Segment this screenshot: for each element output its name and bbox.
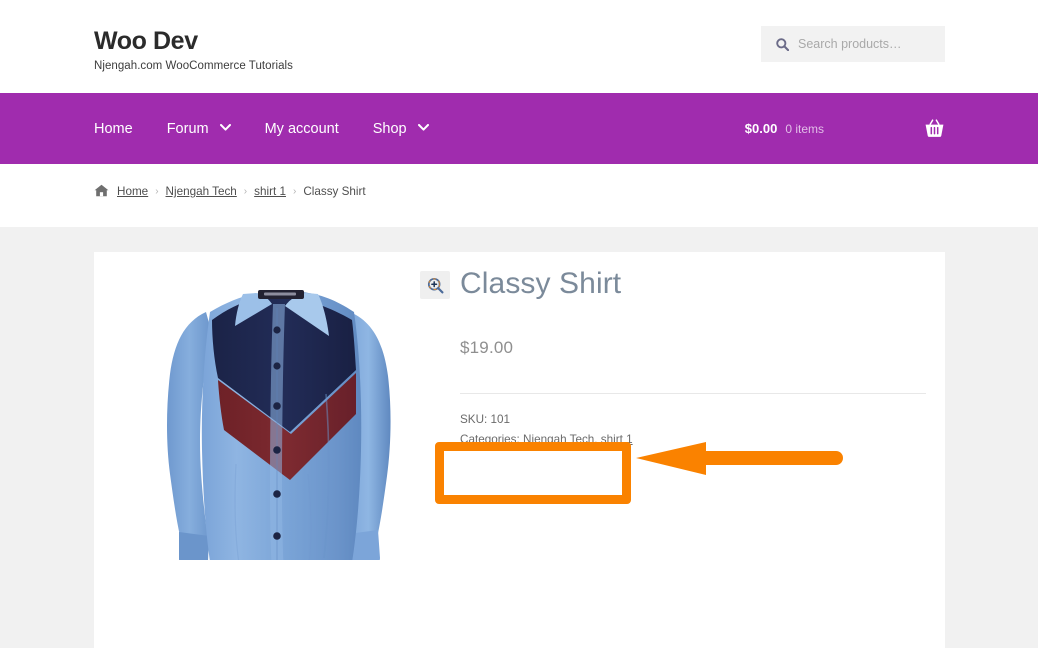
chevron-down-icon — [219, 124, 231, 131]
product-image[interactable] — [140, 274, 430, 598]
breadcrumb-separator: › — [243, 186, 248, 197]
breadcrumb-separator: › — [292, 186, 297, 197]
add-to-cart-highlight-box — [435, 442, 631, 504]
nav-item-shop[interactable]: Shop — [373, 121, 429, 137]
breadcrumb-item-home[interactable]: Home — [117, 185, 148, 198]
product-price: $19.00 — [460, 338, 514, 357]
image-zoom-button[interactable] — [420, 271, 450, 299]
search-icon — [776, 37, 789, 51]
nav-label: Shop — [372, 120, 407, 137]
nav-menu: Home Forum My account Shop — [94, 93, 429, 164]
nav-label: My account — [264, 120, 339, 137]
site-header: Woo Dev Njengah.com WooCommerce Tutorial… — [0, 0, 1038, 93]
breadcrumb-item-current: Classy Shirt — [303, 185, 366, 198]
product-gallery — [120, 258, 450, 598]
primary-navigation: Home Forum My account Shop $0.00 0 items — [0, 93, 1038, 164]
cart-contents[interactable]: $0.00 0 items — [745, 93, 945, 164]
search-input[interactable] — [798, 37, 938, 51]
annotation-arrow — [632, 442, 844, 486]
chevron-down-icon — [417, 124, 429, 131]
breadcrumb: Home › Njengah Tech › shirt 1 › Classy S… — [94, 184, 366, 198]
breadcrumb-item-shirt-1[interactable]: shirt 1 — [254, 185, 286, 198]
site-tagline: Njengah.com WooCommerce Tutorials — [94, 60, 293, 72]
home-icon[interactable] — [94, 184, 109, 197]
nav-item-my-account[interactable]: My account — [265, 121, 339, 137]
nav-label: Home — [94, 120, 133, 137]
product-sku-row: SKU: 101 — [460, 411, 930, 429]
product-search[interactable] — [761, 26, 945, 62]
sku-label: SKU: — [460, 413, 488, 426]
product-image-shirt — [167, 290, 391, 598]
sku-value: 101 — [490, 413, 511, 426]
site-title: Woo Dev — [94, 27, 198, 55]
breadcrumb-bar: Home › Njengah Tech › shirt 1 › Classy S… — [0, 164, 1038, 227]
shopping-basket-icon[interactable] — [924, 119, 945, 138]
breadcrumb-separator: › — [155, 186, 159, 197]
magnifier-plus-icon — [427, 277, 443, 293]
card-bottom-fill — [94, 560, 945, 648]
product-title: Classy Shirt — [460, 267, 622, 300]
cart-item-count: 0 items — [785, 121, 824, 136]
nav-item-forum[interactable]: Forum — [167, 121, 231, 137]
cart-total: $0.00 — [744, 121, 778, 136]
product-summary: Classy Shirt $19.00 SKU: 101 Categories:… — [460, 252, 930, 449]
breadcrumb-item-njengah-tech[interactable]: Njengah Tech — [166, 185, 237, 198]
nav-label: Forum — [166, 120, 209, 137]
meta-divider — [460, 393, 926, 394]
nav-item-home[interactable]: Home — [94, 121, 133, 137]
site-branding[interactable]: Woo Dev Njengah.com WooCommerce Tutorial… — [94, 27, 293, 72]
